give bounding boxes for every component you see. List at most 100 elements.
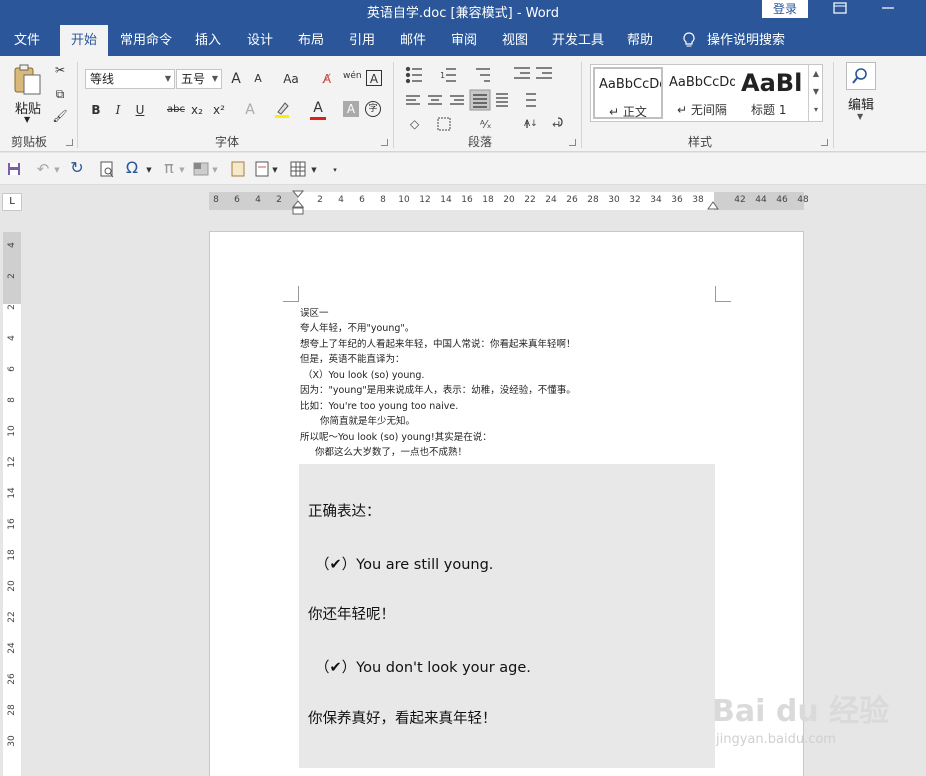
chevron-down-icon: ▼ [857,112,864,121]
ruler-tick-label: 18 [7,549,17,561]
clear-format-icon[interactable]: A̸ [319,71,335,87]
italic-icon[interactable]: I [110,102,126,118]
ruler-tick-label: 26 [566,195,578,205]
bold-icon[interactable]: B [88,102,104,118]
svg-text:A↓: A↓ [524,119,538,129]
restore-icon[interactable] [830,2,850,18]
tab-references[interactable]: 引用 [342,25,382,56]
styles-launcher-icon[interactable] [821,139,828,146]
callout-line: 你保养真好，看起来真年轻！ [308,711,497,727]
font-name-select[interactable]: 等线 ▼ [85,69,175,89]
cut-icon[interactable]: ✂ [52,62,68,78]
style-no-spacing[interactable]: AaBbCcDd ↵ 无间隔 [667,67,737,119]
font-color-bar [310,117,326,120]
format-painter-icon[interactable]: 🖌 [52,108,68,124]
ribbon-tab-bar: 文件 开始 常用命令 插入 设计 布局 引用 邮件 审阅 视图 开发工具 帮助 … [0,25,926,56]
customize-qat-icon[interactable]: ▾ [330,162,340,178]
table-icon[interactable] [290,161,306,177]
enclose-characters-icon[interactable]: 字 [365,101,381,117]
lightbulb-icon[interactable] [682,32,696,49]
chevron-down-icon[interactable]: ▼ [210,162,220,178]
vertical-ruler[interactable]: 4 2 2 4 6 8 10 12 14 16 18 20 22 24 26 28 30 [3,232,21,776]
callout-line: （✔）You don't look your age. [315,660,531,676]
paragraph-launcher-icon[interactable] [569,139,576,146]
font-color-icon[interactable]: A [310,100,326,120]
editing-label[interactable]: 编辑 [842,94,880,113]
watermark-brand: Bai du 经验 [712,694,890,729]
style-heading-1[interactable]: AaBl 标题 1 [739,67,803,119]
shading-icon[interactable] [193,162,209,176]
chevron-down-icon[interactable]: ▼ [52,162,62,178]
chevron-down-icon[interactable]: ▼ [270,162,280,178]
style-normal[interactable]: AaBbCcDd ↵ 正文 [593,67,663,119]
save-icon[interactable] [7,162,21,176]
page-icon[interactable] [231,161,245,177]
ruler-tick-label: 6 [7,366,17,372]
tab-developer[interactable]: 开发工具 [546,25,610,56]
ruler-tick-label: 28 [587,195,599,205]
change-case-icon[interactable]: Aa [279,71,303,87]
clipboard-launcher-icon[interactable] [66,139,73,146]
tab-home[interactable]: 开始 [60,25,108,56]
ruler-tick-label: 22 [524,195,536,205]
quick-access-toolbar: ↶ ▼ ↻ Ω ▼ π ▼ ▼ ▼ ▼ ▾ [0,153,926,185]
minimize-icon[interactable] [878,2,898,18]
right-indent-marker-icon[interactable] [707,198,719,210]
font-size-select[interactable]: 五号 ▼ [176,69,222,89]
tab-common-commands[interactable]: 常用命令 [115,25,177,56]
callout-heading: 正确表达： [308,504,381,520]
chevron-down-icon[interactable]: ▼ [309,162,319,178]
ruler-tick-label: 16 [7,518,17,530]
grow-font-icon[interactable]: A [228,71,244,87]
ruler-tick-label: 10 [398,195,410,205]
font-launcher-icon[interactable] [381,139,388,146]
tab-insert[interactable]: 插入 [188,25,228,56]
tab-mailings[interactable]: 邮件 [393,25,433,56]
login-button[interactable]: 登录 [762,0,808,18]
character-shading-icon[interactable]: A [343,101,359,117]
style-preview: AaBl [741,69,803,97]
style-name-text: 无间隔 [690,103,727,117]
tab-selector[interactable]: L [2,193,22,211]
underline-icon[interactable]: U [132,102,148,118]
equation-icon[interactable]: π [161,160,177,176]
ruler-tick-label: 48 [797,195,809,205]
tab-layout[interactable]: 布局 [291,25,331,56]
find-button[interactable] [846,62,876,90]
chevron-down-icon[interactable]: ▼ [144,162,154,178]
undo-icon[interactable]: ↶ [35,161,51,177]
tab-design[interactable]: 设计 [240,25,280,56]
indent-marker-icon[interactable] [292,190,304,216]
tell-me-search[interactable]: 操作说明搜索 [703,25,789,56]
paragraph-tools: 1 ◇ ᴬ⁄ₓ A↓ ↵ [405,66,563,131]
paste-button[interactable]: 粘贴 ▼ [8,60,48,128]
symbol-icon[interactable]: Ω [124,160,140,176]
tab-help[interactable]: 帮助 [620,25,660,56]
horizontal-ruler[interactable]: 8 6 4 2 2 4 6 8 10 12 14 16 18 20 22 24 26 28 30 32 34 36 38 42… [209,190,809,215]
body-line: 但是，英语不能直译为： [300,354,405,365]
character-border-icon[interactable]: A [366,70,382,86]
style-name: 标题 1 [751,103,787,117]
title-bar: 英语自学.doc [兼容模式] - Word 登录 [0,0,926,25]
superscript-icon[interactable]: x² [210,102,228,118]
copy-icon[interactable]: ⧉ [52,86,68,102]
text-effect-icon[interactable]: A [242,102,258,118]
phonetic-guide-icon[interactable]: wén [343,68,362,84]
body-line: 比如：You're too young too naive. [300,401,459,412]
shrink-font-icon[interactable]: A [250,71,266,87]
print-preview-icon[interactable] [99,161,115,178]
subscript-icon[interactable]: x₂ [188,102,206,118]
svg-text:ᴬ⁄ₓ: ᴬ⁄ₓ [480,118,492,131]
new-page-icon[interactable] [255,161,269,177]
styles-scroll[interactable]: ▲ ▼ ▾ [808,65,823,121]
strikethrough-icon[interactable]: abc [166,102,186,118]
shaded-callout-box: 正确表达： （✔）You are still young. 你还年轻呢！ （✔）… [299,464,715,768]
highlight-icon[interactable] [274,100,290,122]
redo-icon[interactable]: ↻ [68,160,86,176]
chevron-down-icon[interactable]: ▼ [177,162,187,178]
tab-view[interactable]: 视图 [495,25,535,56]
font-name-value: 等线 [90,72,115,86]
tab-file[interactable]: 文件 [4,25,50,56]
tab-review[interactable]: 审阅 [444,25,484,56]
ruler-tick-label: 32 [629,195,641,205]
